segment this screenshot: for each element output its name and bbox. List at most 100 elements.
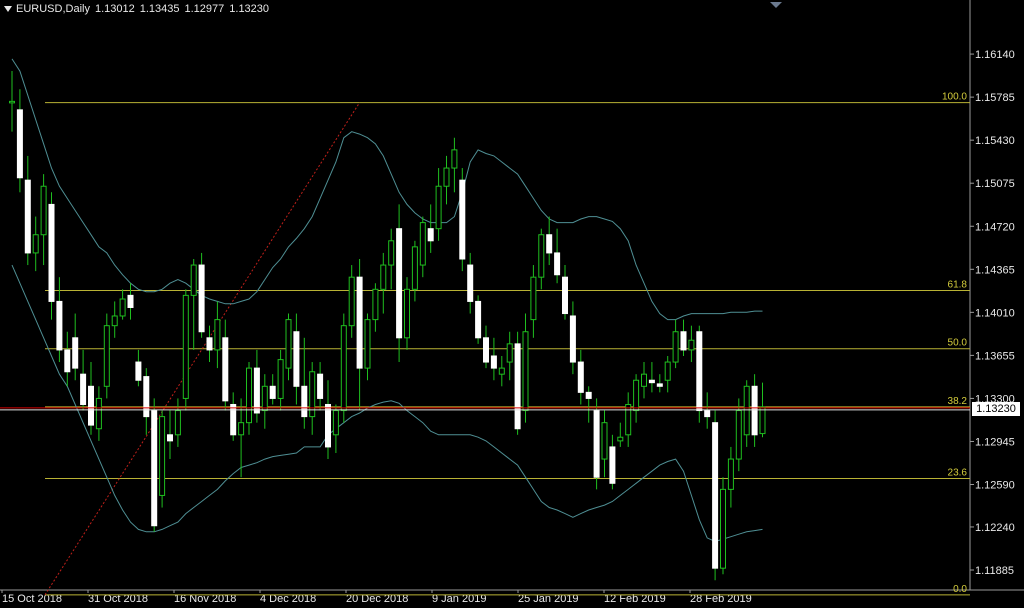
candle-body [24,179,31,254]
candle-body [680,331,687,351]
candle-body [214,319,221,351]
candle-body [585,391,592,399]
candle-body [40,185,47,236]
candle-body [16,109,23,179]
candle-body [538,234,545,278]
candle-body [103,325,110,387]
candle-body [151,410,158,527]
candle-body [443,167,450,187]
dropdown-triangle-icon[interactable] [4,6,12,13]
fib-level-label: 61.8 [948,280,968,291]
candle-body [388,240,395,266]
candle-body [269,385,276,399]
candle-body [253,367,260,414]
candle-body [167,434,173,442]
candle-body [475,300,482,339]
fib-level-label: 50.0 [948,338,968,349]
candle-body [435,185,442,230]
y-tick-label: 1.14720 [975,221,1015,233]
price-chart[interactable]: 1.16140 1.15785 1.15430 1.15075 1.14720 1.143… [0,0,1024,608]
candle-body [332,410,339,436]
candle-body [380,264,387,290]
candle-body [569,315,576,363]
low-value: 1.12977 [184,3,225,15]
candle-body [143,376,150,418]
candle-body [688,339,695,351]
candle-body [64,349,71,373]
candle-body [48,203,55,302]
symbol-label: EURUSD,Daily [16,3,90,15]
y-tick-label: 1.12240 [975,522,1015,534]
candle-body [174,410,181,436]
candle-body [404,288,410,339]
candle-body [617,436,624,442]
high-value: 1.13435 [139,3,180,15]
candle-body [609,446,616,484]
candle-body [751,385,758,436]
candle-body [498,367,505,375]
chart-shift-marker-icon[interactable] [770,2,782,8]
candle-body [88,385,94,426]
candle-body [246,367,252,424]
current-price-label: 1.13230 [972,401,1020,416]
open-value: 1.13012 [94,3,135,15]
candle-body [522,331,529,412]
candle-body [135,361,142,381]
chart-window: 1.16140 1.15785 1.15430 1.15075 1.14720 1.143… [0,0,1024,608]
candle-body [530,276,537,321]
candle-body [206,337,213,351]
bollinger-upper-band [11,58,763,321]
candle-body [451,149,458,169]
candle-body [95,397,102,430]
candle-body [554,252,561,276]
candle-body [72,337,79,369]
candle-body [648,379,655,384]
candle-body [514,343,521,430]
candle-body [672,331,679,363]
y-tick-label: 1.16140 [975,49,1015,61]
candle-body [562,276,568,315]
y-tick-label: 1.14010 [975,307,1015,319]
candle-body [325,403,331,448]
candle-body [490,355,497,369]
candle-body [396,228,403,339]
y-tick-label: 1.12590 [975,480,1015,492]
candle-body [80,373,87,405]
candle-body [293,331,300,387]
candle-body [56,300,63,351]
chart-header: EURUSD,Daily 1.13012 1.13435 1.12977 1.13230 [4,3,274,15]
y-tick-label: 1.15785 [975,92,1015,104]
fib-level-label: 23.6 [948,467,968,478]
y-tick-label: 1.14365 [975,264,1015,276]
y-tick-label: 1.13655 [975,350,1015,362]
candle-body [277,359,284,399]
candle-body [720,488,726,569]
candle-body [656,383,663,387]
candle-body [459,179,466,260]
candle-body [190,264,197,296]
candle-body [111,315,118,327]
candle-body [633,379,640,412]
fib-level-label: 0.0 [953,584,967,595]
candle-body [222,337,229,402]
y-tick-label: 1.15430 [975,135,1015,147]
candle-body [364,319,371,369]
candle-body [32,234,39,254]
candle-body [743,385,750,436]
candle-body [230,403,237,436]
candle-body [546,234,553,254]
candle-body [577,361,584,393]
candle-body [601,422,608,460]
candle-body [759,406,766,435]
candle-body [704,410,711,418]
candle-body [411,246,418,290]
candle-body [356,276,363,369]
fib-level-label: 100.0 [942,92,967,103]
candle-body [159,416,166,496]
candle-body [127,294,134,308]
candle-body [467,264,474,302]
candle-body [9,100,15,104]
candle-body [348,276,355,327]
candle-body [119,298,126,317]
candle-body [419,222,426,266]
